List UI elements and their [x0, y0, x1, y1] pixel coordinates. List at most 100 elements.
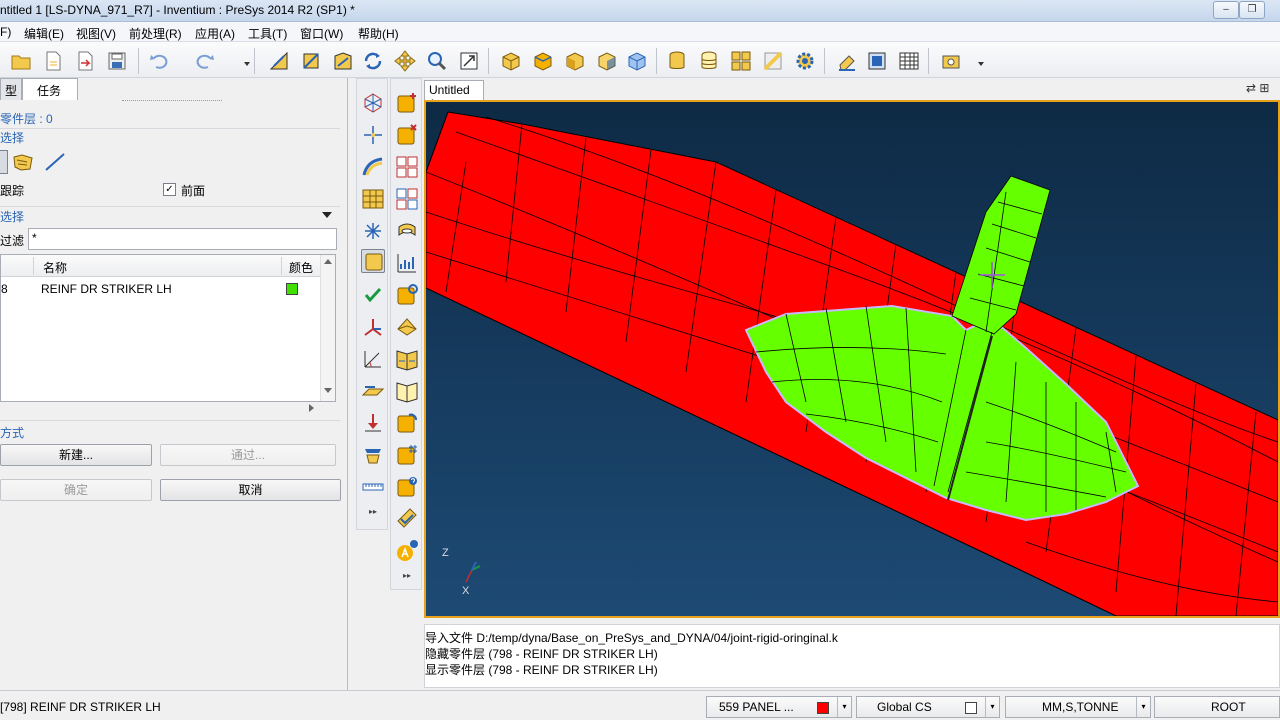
settings-gear-icon[interactable]	[794, 50, 816, 72]
auto-icon[interactable]	[395, 539, 419, 563]
view-front-icon[interactable]	[300, 50, 322, 72]
tube-icon[interactable]	[395, 219, 419, 243]
tool-check-icon[interactable]	[395, 507, 419, 531]
column-name[interactable]: 名称	[43, 259, 67, 276]
list-vertical-scrollbar[interactable]	[320, 255, 335, 401]
through-button[interactable]: 通过...	[160, 444, 336, 466]
spark-icon[interactable]	[361, 219, 385, 243]
pan-icon[interactable]	[394, 50, 416, 72]
fit-icon[interactable]	[458, 50, 480, 72]
display-edge-icon[interactable]	[626, 50, 648, 72]
table-icon[interactable]	[898, 50, 920, 72]
front-checkbox[interactable]: ✓	[163, 183, 176, 196]
fold-icon[interactable]	[395, 315, 419, 339]
more-tools-2-icon[interactable]: ▸▸	[397, 571, 417, 581]
layers-icon[interactable]	[698, 50, 720, 72]
message-console[interactable]: 导入文件 D:/temp/dyna/Base_on_PreSys_and_DYN…	[424, 624, 1280, 688]
shell-refresh-icon[interactable]	[395, 283, 419, 307]
current-part-selector[interactable]: 559 PANEL ... ▾	[706, 696, 852, 718]
new-file-icon[interactable]	[42, 50, 64, 72]
angle-icon[interactable]	[361, 347, 385, 371]
display-wire-icon[interactable]	[596, 50, 618, 72]
new-button[interactable]: 新建...	[0, 444, 152, 466]
axis-icon[interactable]	[361, 315, 385, 339]
menu-application[interactable]: 应用(A)	[195, 25, 235, 42]
minimize-button[interactable]: –	[1213, 1, 1239, 19]
shell-delete-icon[interactable]	[395, 123, 419, 147]
redo-icon[interactable]	[194, 50, 216, 72]
menu-preprocess[interactable]: 前处理(R)	[129, 25, 182, 42]
display-solid-icon[interactable]	[532, 50, 554, 72]
menu-window[interactable]: 窗口(W)	[300, 25, 343, 42]
select-line-icon[interactable]	[44, 152, 66, 172]
model-canvas[interactable]: Z X	[426, 102, 1278, 616]
tab-task[interactable]: 任务	[22, 78, 78, 100]
scroll-right-icon[interactable]	[309, 404, 314, 412]
toolbar-overflow-2-icon[interactable]	[970, 50, 984, 72]
select-cursor-icon[interactable]	[0, 150, 8, 174]
grid-icon[interactable]	[730, 50, 752, 72]
display-box-icon[interactable]	[500, 50, 522, 72]
select-surface-icon[interactable]	[12, 152, 34, 172]
shell-rotate-icon[interactable]	[395, 411, 419, 435]
book-icon[interactable]	[395, 347, 419, 371]
view-iso-icon[interactable]	[268, 50, 290, 72]
toolbar-overflow-icon[interactable]	[236, 50, 250, 72]
mesh-node-icon[interactable]	[361, 91, 385, 115]
filter-input[interactable]: *	[28, 228, 337, 250]
quad-mesh-icon[interactable]	[361, 187, 385, 211]
part-dropdown-icon[interactable]: ▾	[837, 697, 851, 717]
viewport-tab-icons[interactable]: ⇄ ⊞	[1246, 81, 1269, 95]
book-open-icon[interactable]	[395, 379, 419, 403]
check-icon[interactable]	[361, 283, 385, 307]
import-icon[interactable]	[74, 50, 96, 72]
arrow-down-icon[interactable]	[361, 411, 385, 435]
node-cross-icon[interactable]	[361, 123, 385, 147]
ruler-icon[interactable]	[361, 475, 385, 499]
units-dropdown-icon[interactable]: ▾	[1136, 697, 1150, 717]
menu-file[interactable]: F)	[0, 25, 11, 39]
section-icon[interactable]	[762, 50, 784, 72]
view-side-icon[interactable]	[332, 50, 354, 72]
more-tools-icon[interactable]: ▸▸	[363, 507, 383, 517]
cancel-button[interactable]: 取消	[160, 479, 341, 501]
zoom-icon[interactable]	[426, 50, 448, 72]
ok-button[interactable]: 确定	[0, 479, 152, 501]
graph-icon[interactable]	[395, 251, 419, 275]
table-row[interactable]: 8 REINF DR STRIKER LH	[1, 279, 321, 299]
units-selector[interactable]: MM,S,TONNE ▾	[1005, 696, 1151, 718]
coordinate-system-selector[interactable]: Global CS ▾	[856, 696, 1000, 718]
maximize-button[interactable]: ❐	[1239, 1, 1265, 19]
stack-icon[interactable]	[361, 443, 385, 467]
menu-help[interactable]: 帮助(H)	[358, 25, 399, 42]
scroll-down-icon[interactable]	[324, 388, 332, 393]
scroll-up-icon[interactable]	[324, 259, 332, 264]
move-plate-icon[interactable]	[361, 379, 385, 403]
split-icon[interactable]	[395, 155, 419, 179]
element-select-icon[interactable]	[361, 249, 385, 273]
menu-view[interactable]: 视图(V)	[76, 25, 116, 42]
curve-mesh-icon[interactable]	[361, 155, 385, 179]
graphics-viewport[interactable]: Z X	[424, 100, 1280, 618]
eraser-icon[interactable]	[836, 50, 858, 72]
shell-number-icon[interactable]	[395, 443, 419, 467]
frame-icon[interactable]	[866, 50, 888, 72]
layer-icon[interactable]	[666, 50, 688, 72]
display-shade-icon[interactable]	[564, 50, 586, 72]
column-color[interactable]: 颜色	[289, 259, 313, 276]
menu-tools[interactable]: 工具(T)	[248, 25, 287, 42]
panel-grip[interactable]	[122, 100, 222, 103]
cs-dropdown-icon[interactable]: ▾	[985, 697, 999, 717]
save-icon[interactable]	[106, 50, 128, 72]
camera-icon[interactable]	[940, 50, 962, 72]
rotate-icon[interactable]	[362, 50, 384, 72]
collapse-arrow-icon[interactable]	[322, 212, 332, 218]
menu-edit[interactable]: 编辑(E)	[24, 25, 64, 42]
root-selector[interactable]: ROOT	[1154, 696, 1280, 718]
shell-query-icon[interactable]	[395, 475, 419, 499]
undo-icon[interactable]	[148, 50, 170, 72]
cs-checkbox[interactable]	[965, 702, 977, 714]
open-file-icon[interactable]	[10, 50, 32, 72]
tab-model[interactable]: 型	[0, 78, 22, 100]
merge-icon[interactable]	[395, 187, 419, 211]
